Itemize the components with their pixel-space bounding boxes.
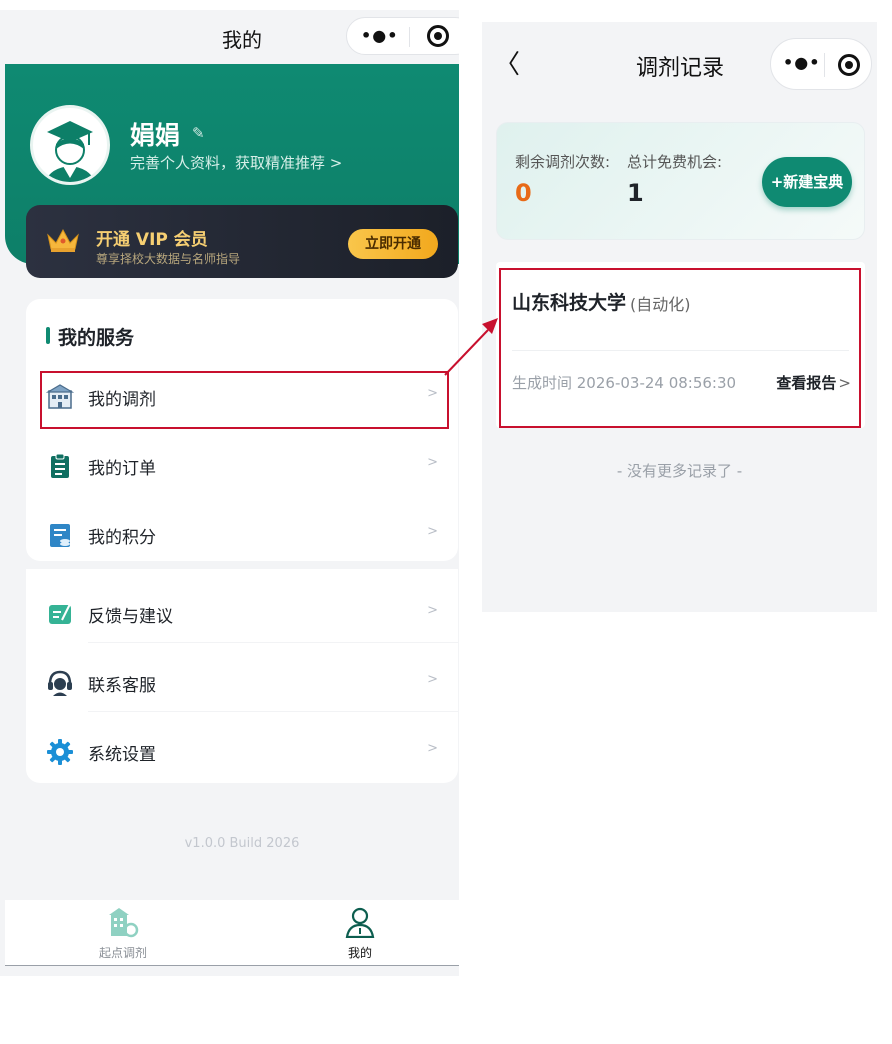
remaining-count-label: 剩余调剂次数:	[515, 153, 611, 171]
nav-bar: 〈 调剂记录 •●•	[482, 22, 877, 100]
user-name: 娟娟	[130, 121, 181, 150]
chevron-right-icon: >	[427, 603, 438, 618]
chevron-right-icon: >	[427, 672, 438, 687]
nav-bar: 我的 •●•	[0, 10, 459, 64]
vip-title: 开通 VIP 会员	[96, 230, 208, 250]
tab-mine[interactable]: 我的	[300, 906, 420, 961]
tab-label: 我的	[347, 946, 372, 960]
free-chances-value: 1	[627, 179, 644, 207]
feedback-edit-icon	[46, 600, 74, 628]
campus-icon	[105, 908, 141, 942]
record-icon[interactable]	[838, 54, 860, 76]
crown-icon	[46, 227, 80, 257]
list-item-label: 联系客服	[88, 676, 156, 696]
chevron-right-icon: >	[427, 455, 438, 470]
free-chances-label: 总计免费机会:	[627, 153, 723, 171]
dots-icon[interactable]: •●•	[783, 53, 820, 72]
list-item-label: 我的订单	[88, 459, 156, 479]
list-item-system-settings[interactable]: 系统设置 >	[26, 723, 458, 781]
capsule-divider	[824, 53, 825, 77]
capsule-divider	[409, 27, 410, 47]
tab-bar: 起点调剂 我的	[5, 900, 459, 966]
dots-icon[interactable]: •●•	[361, 26, 398, 45]
divider	[88, 642, 458, 643]
vip-banner[interactable]: 开通 VIP 会员 尊享择校大数据与名师指导 立即开通	[26, 205, 458, 278]
list-item-label: 系统设置	[88, 745, 156, 765]
clipboard-icon	[46, 452, 74, 480]
highlight-box-my-adjustment	[40, 371, 449, 429]
list-item-label: 反馈与建议	[88, 607, 173, 627]
mini-program-capsule: •●•	[770, 38, 872, 90]
settings-card: 反馈与建议 > 联系客服 > 系统设置 >	[26, 569, 458, 783]
tab-label: 起点调剂	[98, 946, 147, 960]
back-arrow-icon[interactable]: 〈	[494, 44, 520, 81]
chevron-right-icon: >	[427, 524, 438, 539]
divider	[88, 711, 458, 712]
version-text: v1.0.0 Build 2026	[184, 836, 300, 851]
vip-subtitle: 尊享择校大数据与名师指导	[96, 252, 241, 266]
chevron-right-icon: >	[427, 741, 438, 756]
list-item-label: 我的积分	[88, 528, 156, 548]
points-ledger-icon	[46, 521, 74, 549]
services-heading: 我的服务	[46, 323, 134, 350]
person-icon	[344, 907, 376, 942]
list-item-my-orders[interactable]: 我的订单 >	[26, 437, 458, 495]
mini-program-capsule: •●•	[346, 17, 459, 55]
page-title: 调剂记录	[635, 56, 724, 81]
my-services-card: 我的服务 我的调剂 > 我的订单 > 我的积分 >	[26, 299, 458, 561]
graduate-avatar-icon[interactable]	[30, 105, 110, 185]
pencil-icon[interactable]: ✎	[192, 124, 205, 142]
record-icon[interactable]	[427, 25, 449, 47]
open-vip-button[interactable]: 立即开通	[348, 229, 438, 259]
headset-icon	[46, 669, 74, 697]
new-report-button[interactable]: +新建宝典	[762, 157, 852, 207]
remaining-count-value: 0	[515, 179, 532, 207]
tab-home[interactable]: 起点调剂	[63, 906, 183, 961]
list-item-contact-support[interactable]: 联系客服 >	[26, 654, 458, 712]
quota-card: 剩余调剂次数: 0 总计免费机会: 1 +新建宝典	[496, 122, 865, 240]
highlight-box-record	[499, 268, 861, 428]
gear-icon	[46, 738, 74, 766]
complete-profile-link[interactable]: 完善个人资料，获取精准推荐 >	[130, 152, 342, 173]
list-item-my-points[interactable]: 我的积分 >	[26, 506, 458, 564]
list-item-feedback[interactable]: 反馈与建议 >	[26, 585, 458, 643]
no-more-records: - 没有更多记录了 -	[616, 462, 743, 480]
